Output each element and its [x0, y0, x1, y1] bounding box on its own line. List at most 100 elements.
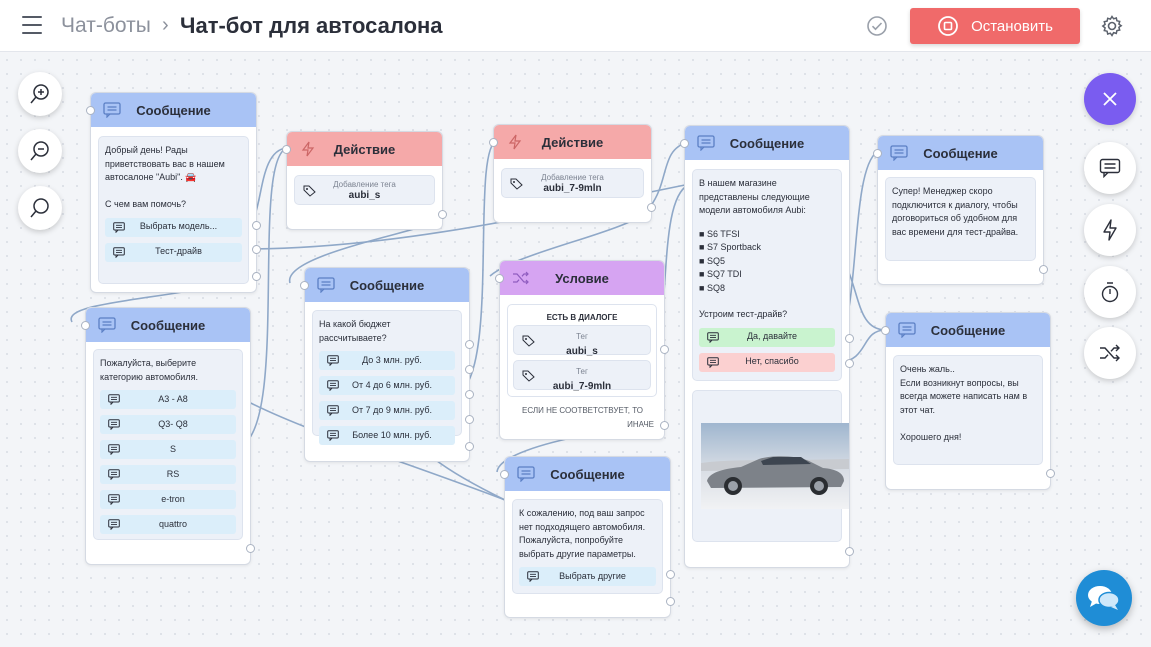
- reply-button-budget-1[interactable]: До 3 млн. руб.: [319, 351, 455, 370]
- reply-button-yes[interactable]: Да, давайте: [699, 327, 835, 347]
- node-header[interactable]: Сообщение: [305, 268, 469, 302]
- output-port[interactable]: [660, 421, 669, 430]
- hamburger-menu-icon[interactable]: [22, 16, 42, 34]
- condition-else-label: ЕСЛИ НЕ СООТВЕТСТВУЕТ, ТО: [522, 406, 643, 415]
- node-header[interactable]: Сообщение: [878, 136, 1043, 170]
- node-header[interactable]: Условие: [500, 261, 664, 295]
- reply-button-budget-2[interactable]: От 4 до 6 млн. руб.: [319, 376, 455, 395]
- node-message-sorry[interactable]: Сообщение К сожалению, под ваш запрос не…: [500, 456, 675, 618]
- close-panel-button[interactable]: [1084, 73, 1136, 125]
- node-message-models[interactable]: Сообщение В нашем магазине представлены …: [680, 125, 854, 568]
- output-port[interactable]: [465, 365, 474, 374]
- reply-button-choose-other[interactable]: Выбрать другие: [519, 567, 656, 586]
- output-port[interactable]: [647, 203, 656, 212]
- output-port[interactable]: [660, 345, 669, 354]
- output-port[interactable]: [666, 570, 675, 579]
- node-action-add-tag-1[interactable]: Действие Добавление тега aubi_s: [282, 131, 447, 230]
- node-header[interactable]: Действие: [494, 125, 651, 159]
- message-icon: [697, 135, 715, 151]
- output-port[interactable]: [252, 245, 261, 254]
- node-message-bye[interactable]: Сообщение Очень жаль.. Если возникнут во…: [881, 312, 1055, 490]
- output-port[interactable]: [845, 334, 854, 343]
- breadcrumb-root-link[interactable]: Чат-боты: [61, 14, 151, 38]
- output-port[interactable]: [1046, 469, 1055, 478]
- node-header[interactable]: Сообщение: [886, 313, 1050, 347]
- condition-tag-2[interactable]: Тег aubi_7-9mln: [513, 360, 651, 392]
- output-port[interactable]: [252, 272, 261, 281]
- tag-action-box[interactable]: Добавление тега aubi_s: [294, 175, 435, 205]
- zoom-out-button[interactable]: [18, 129, 62, 173]
- reply-button-label: Выбрать модель...: [139, 221, 218, 232]
- output-port[interactable]: [465, 442, 474, 451]
- reply-button-quattro[interactable]: quattro: [100, 515, 236, 534]
- node-header[interactable]: Сообщение: [91, 93, 256, 127]
- message-question: Устроим тест-драйв?: [699, 309, 788, 319]
- condition-rules: ЕСТЬ В ДИАЛОГЕ Тег aubi_s Тег aubi_7-9ml…: [507, 304, 657, 397]
- reply-button-no[interactable]: Нет, спасибо: [699, 352, 835, 372]
- node-header[interactable]: Сообщение: [685, 126, 849, 160]
- node-condition[interactable]: Условие ЕСТЬ В ДИАЛОГЕ Тег aubi_s Тег au…: [495, 260, 669, 440]
- output-port[interactable]: [1039, 265, 1048, 274]
- input-port[interactable]: [680, 139, 689, 148]
- reply-button-q3-q8[interactable]: Q3- Q8: [100, 415, 236, 434]
- add-delay-button[interactable]: [1084, 266, 1136, 318]
- stop-button[interactable]: Остановить: [910, 8, 1080, 44]
- add-condition-button[interactable]: [1084, 327, 1136, 379]
- node-message-manager[interactable]: Сообщение Супер! Менеджер скоро подключи…: [873, 135, 1048, 285]
- message-icon: [890, 145, 908, 161]
- node-header[interactable]: Сообщение: [505, 457, 670, 491]
- car-image: [701, 423, 849, 509]
- input-port[interactable]: [873, 149, 882, 158]
- lightning-icon: [301, 141, 315, 157]
- input-port[interactable]: [81, 321, 90, 330]
- node-message-welcome[interactable]: Сообщение Добрый день! Рады приветствова…: [86, 92, 261, 293]
- reply-button-test-drive[interactable]: Тест-драйв: [105, 242, 242, 262]
- reply-button-s[interactable]: S: [100, 440, 236, 459]
- check-circle-icon[interactable]: [866, 15, 888, 37]
- node-action-add-tag-2[interactable]: Действие Добавление тега aubi_7-9mln: [489, 124, 656, 223]
- output-port[interactable]: [845, 359, 854, 368]
- input-port[interactable]: [86, 106, 95, 115]
- message-body: Супер! Менеджер скоро подключится к диал…: [885, 177, 1036, 261]
- reply-button-label: Да, давайте: [746, 331, 798, 342]
- fit-view-button[interactable]: [18, 186, 62, 230]
- output-port[interactable]: [845, 547, 854, 556]
- settings-gear-icon[interactable]: [1100, 14, 1124, 38]
- output-port[interactable]: [246, 544, 255, 553]
- zoom-in-button[interactable]: [18, 72, 62, 116]
- tag-action-box[interactable]: Добавление тега aubi_7-9mln: [501, 168, 644, 198]
- reply-button-label: RS: [166, 468, 180, 479]
- input-port[interactable]: [282, 145, 291, 154]
- output-port[interactable]: [666, 597, 675, 606]
- output-port[interactable]: [252, 221, 261, 230]
- model-list-item: ■ S6 TFSI: [699, 228, 740, 239]
- node-header[interactable]: Сообщение: [86, 308, 250, 342]
- input-port[interactable]: [881, 326, 890, 335]
- add-action-button[interactable]: [1084, 204, 1136, 256]
- input-port[interactable]: [300, 281, 309, 290]
- add-message-button[interactable]: [1084, 142, 1136, 194]
- reply-button-budget-3[interactable]: От 7 до 9 млн. руб.: [319, 401, 455, 420]
- output-port[interactable]: [438, 210, 447, 219]
- node-message-budget[interactable]: Сообщение На какой бюджет рассчитываете?…: [300, 267, 474, 462]
- output-port[interactable]: [465, 390, 474, 399]
- reply-button-rs[interactable]: RS: [100, 465, 236, 484]
- reply-button-choose-model[interactable]: Выбрать модель...: [105, 217, 242, 237]
- node-title: Сообщение: [136, 102, 211, 118]
- tag-icon: [522, 370, 535, 382]
- reply-button-e-tron[interactable]: e-tron: [100, 490, 236, 509]
- support-chat-button[interactable]: [1076, 570, 1132, 626]
- condition-tag-1[interactable]: Тег aubi_s: [513, 325, 651, 357]
- message-icon: [103, 102, 121, 118]
- input-port[interactable]: [500, 470, 509, 479]
- output-port[interactable]: [465, 415, 474, 424]
- lightning-icon: [508, 134, 522, 150]
- reply-button-budget-4[interactable]: Более 10 млн. руб.: [319, 426, 455, 445]
- node-message-category[interactable]: Сообщение Пожалуйста, выберите категорию…: [81, 307, 255, 565]
- node-header[interactable]: Действие: [287, 132, 442, 166]
- image-attachment[interactable]: [692, 390, 849, 542]
- input-port[interactable]: [495, 274, 504, 283]
- input-port[interactable]: [489, 138, 498, 147]
- reply-button-a3-a8[interactable]: A3 - A8: [100, 390, 236, 409]
- output-port[interactable]: [465, 340, 474, 349]
